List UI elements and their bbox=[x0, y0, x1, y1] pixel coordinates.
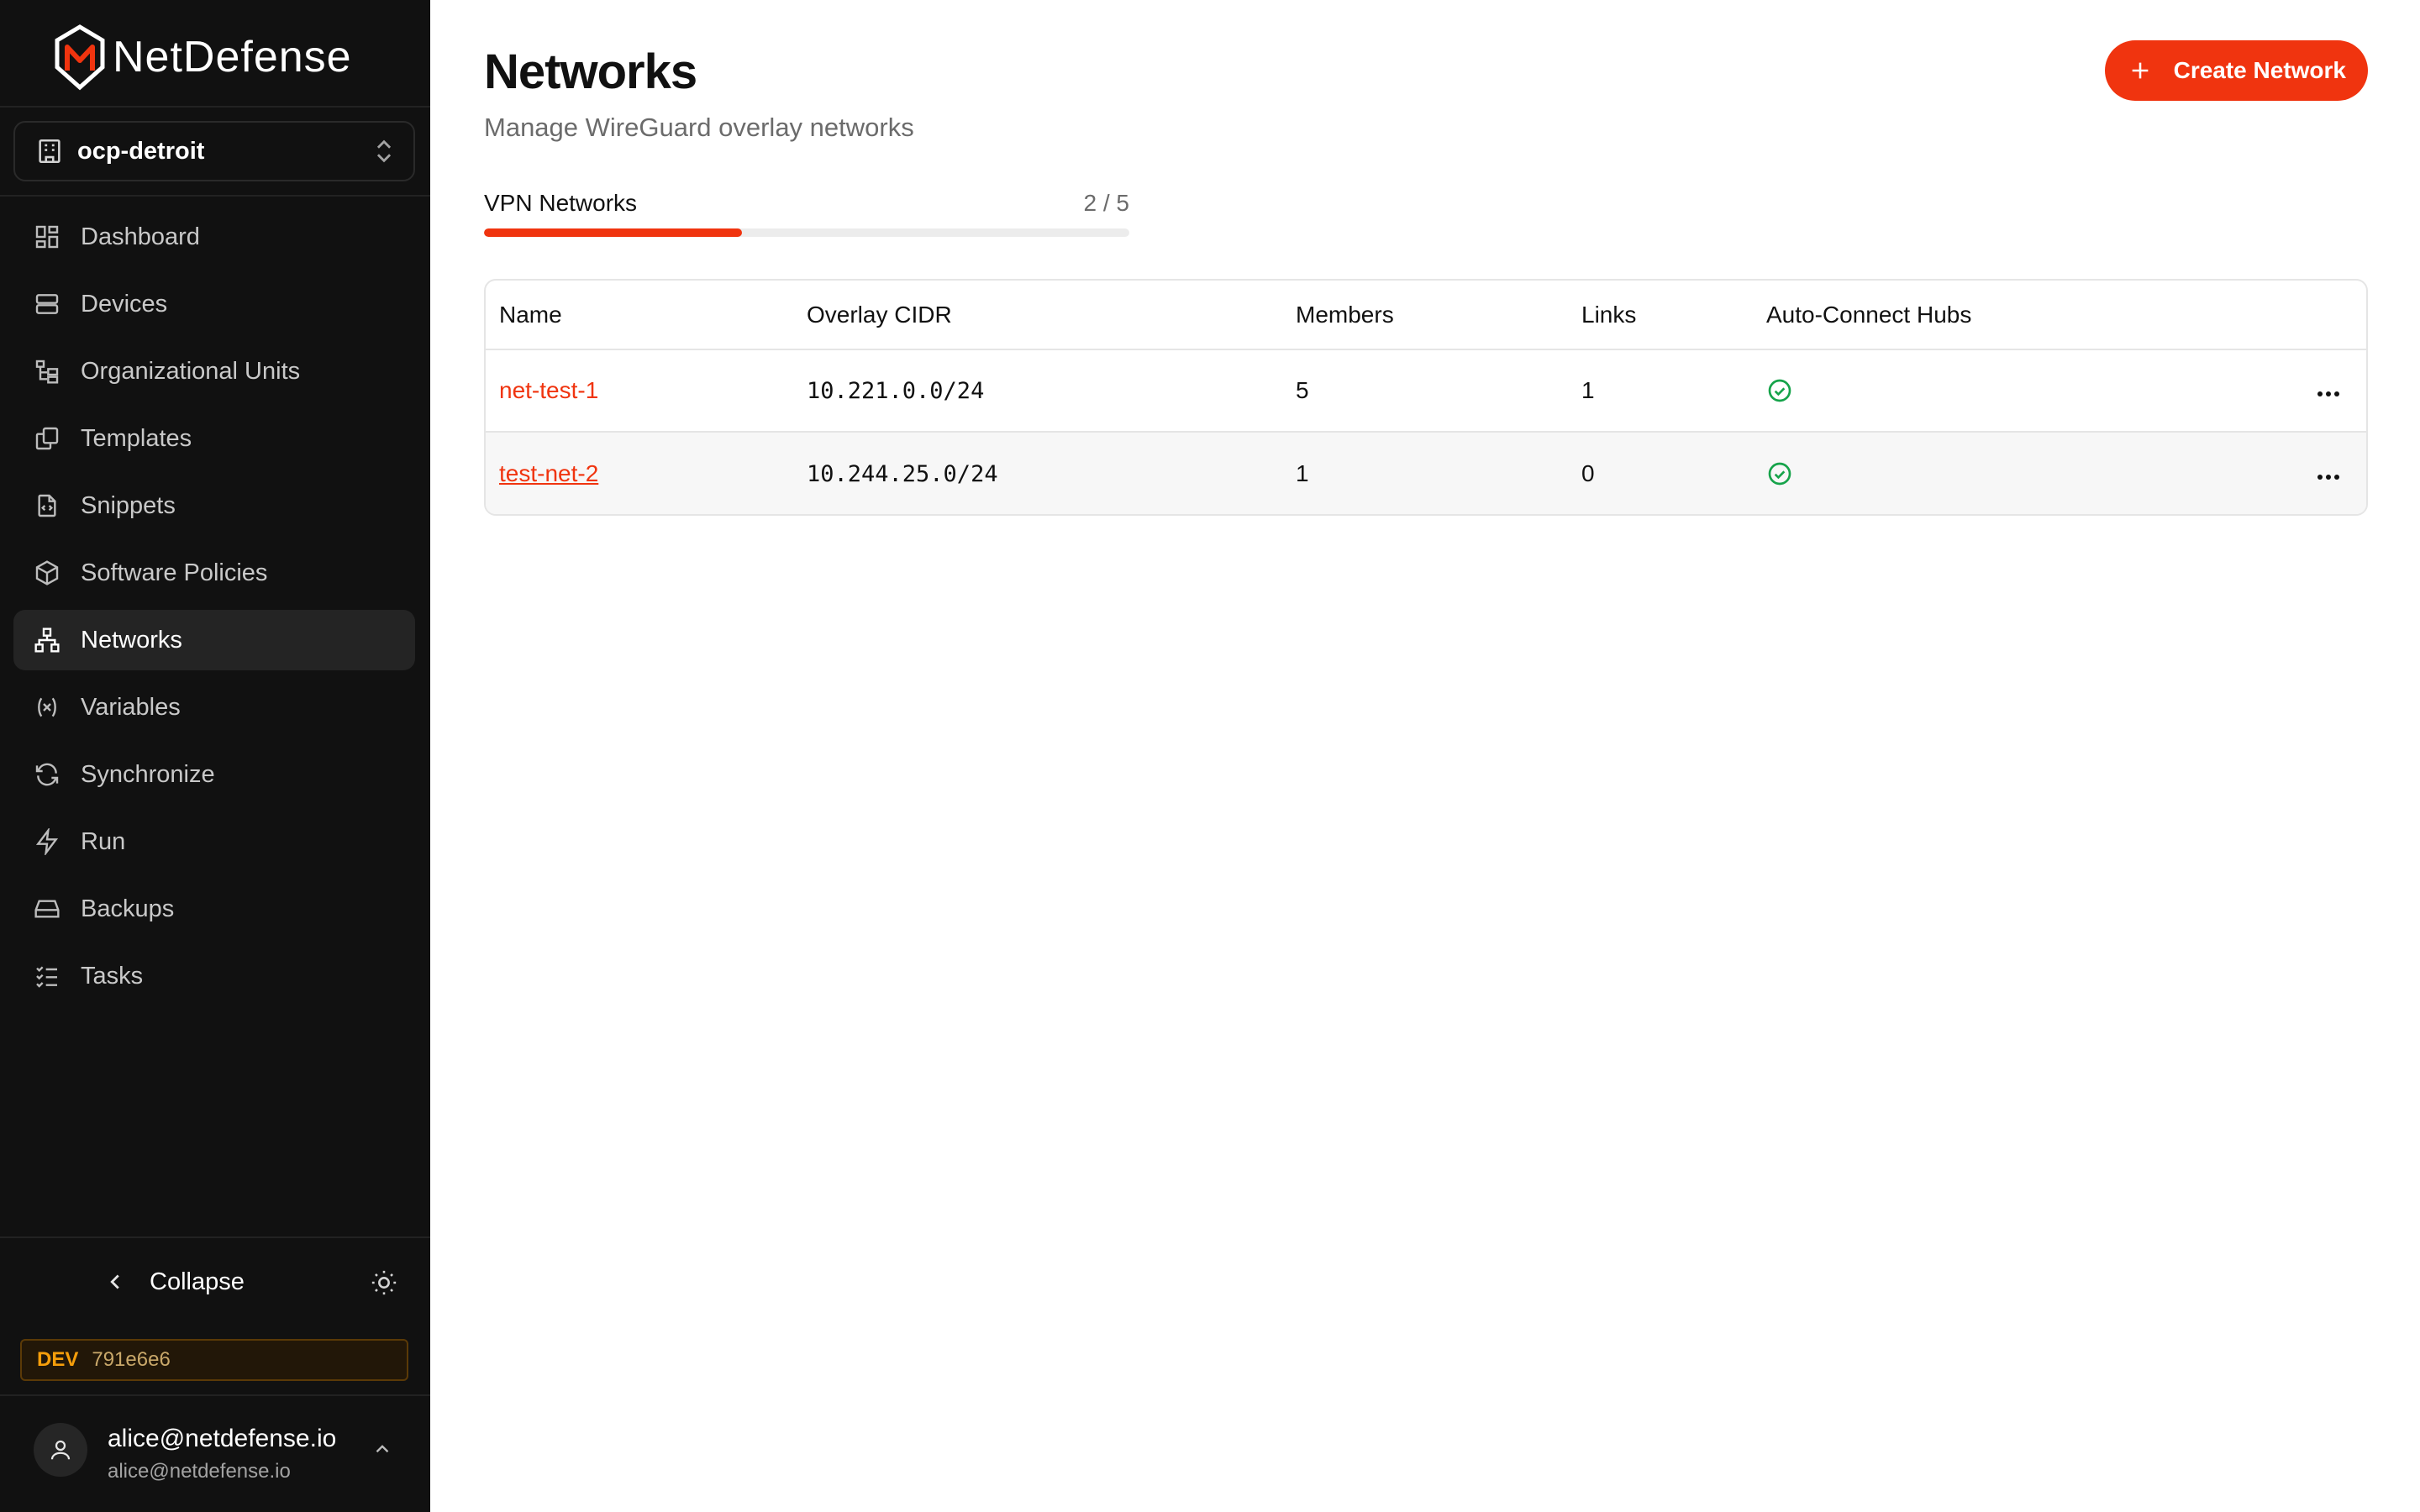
page-subtitle: Manage WireGuard overlay networks bbox=[484, 113, 914, 142]
sidebar-item-variables[interactable]: Variables bbox=[13, 677, 415, 738]
sidebar-item-label: Snippets bbox=[81, 491, 176, 519]
column-header-actions bbox=[2257, 281, 2366, 350]
sidebar-item-tasks[interactable]: Tasks bbox=[13, 946, 415, 1006]
sidebar-item-label: Dashboard bbox=[81, 223, 200, 250]
build-hash: 791e6e6 bbox=[92, 1348, 171, 1371]
sidebar-nav: Dashboard Devices Organizational Units T… bbox=[13, 207, 415, 1013]
user-menu[interactable]: alice@netdefense.io alice@netdefense.io bbox=[0, 1396, 430, 1512]
quota-label: VPN Networks bbox=[484, 190, 638, 216]
user-icon bbox=[50, 1440, 71, 1460]
quota-count: 2 / 5 bbox=[1083, 190, 1129, 216]
zap-icon bbox=[34, 828, 60, 855]
column-header-links[interactable]: Links bbox=[1568, 281, 1753, 350]
divider bbox=[0, 106, 430, 108]
sidebar-item-organizational-units[interactable]: Organizational Units bbox=[13, 341, 415, 402]
row-actions-cell bbox=[2257, 349, 2366, 433]
column-header-name[interactable]: Name bbox=[486, 281, 793, 350]
network-icon bbox=[34, 627, 60, 654]
sidebar-item-label: Templates bbox=[81, 424, 192, 452]
quota-progress-track bbox=[484, 228, 1129, 237]
brand-name: NetDefense bbox=[113, 33, 352, 81]
copy-icon bbox=[34, 425, 60, 452]
sidebar-item-networks[interactable]: Networks bbox=[13, 610, 415, 670]
org-selector[interactable]: ocp-detroit bbox=[13, 121, 415, 181]
hard-drive-icon bbox=[34, 895, 60, 922]
refresh-icon bbox=[34, 761, 60, 788]
overlay-cidr: 10.221.0.0/24 bbox=[807, 378, 985, 404]
divider bbox=[0, 1236, 430, 1238]
avatar bbox=[34, 1423, 87, 1477]
create-network-button[interactable]: Create Network bbox=[2104, 40, 2368, 101]
sidebar-item-label: Devices bbox=[81, 290, 168, 318]
org-name: ocp-detroit bbox=[77, 137, 205, 165]
more-horizontal-icon[interactable] bbox=[2316, 390, 2341, 398]
sidebar-item-synchronize[interactable]: Synchronize bbox=[13, 744, 415, 805]
table-header-row: Name Overlay CIDR Members Links Auto-Con… bbox=[486, 281, 2366, 350]
table-row[interactable]: test-net-2 10.244.25.0/24 1 0 bbox=[486, 432, 2366, 514]
building-icon bbox=[39, 139, 60, 164]
tree-icon bbox=[34, 358, 60, 385]
column-header-auto-connect-hubs[interactable]: Auto-Connect Hubs bbox=[1753, 281, 2257, 350]
members-count: 5 bbox=[1282, 349, 1568, 433]
check-circle-icon bbox=[1768, 379, 1791, 402]
plus-icon bbox=[2132, 62, 2148, 79]
chevron-left-icon bbox=[110, 1274, 119, 1289]
sidebar-item-run[interactable]: Run bbox=[13, 811, 415, 872]
environment-badge: DEV 791e6e6 bbox=[20, 1339, 408, 1381]
list-checks-icon bbox=[34, 963, 60, 990]
sidebar-item-label: Organizational Units bbox=[81, 357, 301, 385]
sidebar-item-label: Tasks bbox=[81, 962, 144, 990]
server-icon bbox=[34, 291, 60, 318]
sidebar-item-devices[interactable]: Devices bbox=[13, 274, 415, 334]
quota-progress-fill bbox=[484, 228, 743, 237]
chevrons-up-down-icon bbox=[376, 139, 392, 163]
networks-table: Name Overlay CIDR Members Links Auto-Con… bbox=[484, 279, 2368, 516]
user-email: alice@netdefense.io bbox=[108, 1460, 291, 1483]
env-tag: DEV bbox=[37, 1348, 79, 1371]
sidebar-item-label: Variables bbox=[81, 693, 181, 721]
vpn-quota: VPN Networks 2 / 5 bbox=[484, 190, 1129, 237]
package-icon bbox=[34, 559, 60, 586]
more-horizontal-icon[interactable] bbox=[2316, 473, 2341, 481]
chevron-up-icon bbox=[376, 1445, 389, 1453]
sidebar-item-dashboard[interactable]: Dashboard bbox=[13, 207, 415, 267]
links-count: 0 bbox=[1568, 432, 1753, 514]
sidebar-item-label: Networks bbox=[81, 626, 182, 654]
check-circle-icon bbox=[1768, 462, 1791, 485]
column-header-members[interactable]: Members bbox=[1282, 281, 1568, 350]
table-row[interactable]: net-test-1 10.221.0.0/24 5 1 bbox=[486, 349, 2366, 433]
row-actions-cell bbox=[2257, 432, 2366, 514]
sidebar-item-backups[interactable]: Backups bbox=[13, 879, 415, 939]
file-code-icon bbox=[34, 492, 60, 519]
sun-icon[interactable] bbox=[370, 1268, 398, 1297]
auto-connect-status bbox=[1753, 349, 2257, 433]
sidebar-item-label: Synchronize bbox=[81, 760, 215, 788]
sidebar-item-label: Backups bbox=[81, 895, 175, 922]
variable-icon bbox=[34, 694, 60, 721]
dashboard-icon bbox=[34, 223, 60, 250]
netdefense-logo-icon bbox=[55, 24, 105, 91]
overlay-cidr: 10.244.25.0/24 bbox=[807, 460, 998, 487]
network-name-link[interactable]: test-net-2 bbox=[499, 460, 598, 486]
brand-logo[interactable]: NetDefense bbox=[52, 24, 352, 91]
collapse-row: Collapse bbox=[0, 1252, 430, 1312]
sidebar-item-templates[interactable]: Templates bbox=[13, 408, 415, 469]
links-count: 1 bbox=[1568, 349, 1753, 433]
network-name-link[interactable]: net-test-1 bbox=[499, 377, 598, 403]
create-network-label: Create Network bbox=[2173, 57, 2346, 83]
sidebar-item-label: Software Policies bbox=[81, 559, 268, 586]
page-title: Networks bbox=[484, 45, 697, 99]
sidebar-item-snippets[interactable]: Snippets bbox=[13, 475, 415, 536]
sidebar-item-software-policies[interactable]: Software Policies bbox=[13, 543, 415, 603]
collapse-label: Collapse bbox=[150, 1268, 245, 1295]
members-count: 1 bbox=[1282, 432, 1568, 514]
user-name: alice@netdefense.io bbox=[108, 1425, 337, 1452]
divider bbox=[0, 195, 430, 197]
auto-connect-status bbox=[1753, 432, 2257, 514]
sidebar-item-label: Run bbox=[81, 827, 126, 855]
sidebar: NetDefense ocp-detroit Dashboard Devices bbox=[0, 0, 430, 1512]
column-header-overlay-cidr[interactable]: Overlay CIDR bbox=[793, 281, 1282, 350]
collapse-button[interactable]: Collapse bbox=[106, 1268, 245, 1296]
main-content: Networks Manage WireGuard overlay networ… bbox=[430, 0, 2420, 1512]
